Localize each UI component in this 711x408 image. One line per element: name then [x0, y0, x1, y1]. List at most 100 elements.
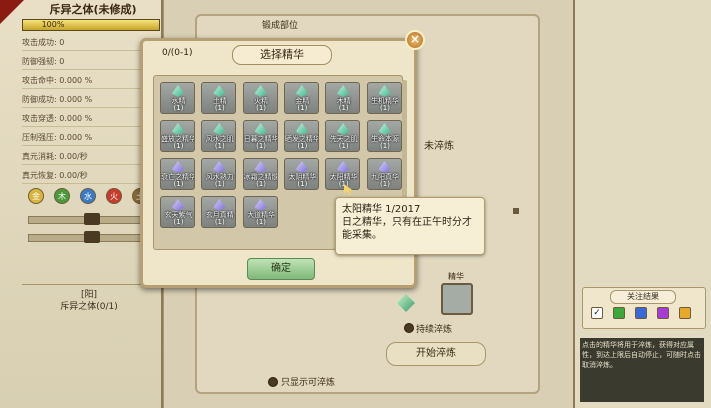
- main-slider-knob[interactable]: [513, 208, 519, 214]
- essence-gem-icon: [378, 85, 391, 97]
- essence-gem-icon: [172, 85, 184, 97]
- essence-item[interactable]: 晒发之精华 (1): [283, 120, 319, 152]
- essence-item-count: (1): [173, 142, 184, 150]
- stat-row: 防御成功: 0.000 %: [22, 93, 156, 108]
- tooltip-desc: 日之精华，只有在正午时分才能采集。: [342, 217, 472, 241]
- essence-item-count: (1): [214, 104, 225, 112]
- essence-item[interactable]: 生机精华 (1): [366, 82, 402, 114]
- essence-item[interactable]: 九阳真华 (1): [366, 158, 402, 190]
- right-note: 点击的精华将用于淬炼，获得对应属性，到达上限后自动停止，可随时点击取消淬炼。: [580, 338, 704, 402]
- essence-item-count: (1): [214, 218, 225, 226]
- dialog-title: 选择精华: [232, 45, 332, 65]
- side-label: 未淬炼: [424, 141, 454, 152]
- essence-item-count: (1): [256, 180, 267, 188]
- essence-slot[interactable]: [441, 283, 473, 315]
- stat-row: 攻击成功: 0: [22, 36, 156, 51]
- essence-item[interactable]: 金精 (1): [283, 82, 319, 114]
- essence-item-count: (1): [297, 104, 308, 112]
- focus-checkbox[interactable]: [679, 307, 691, 319]
- essence-gem-icon: [378, 123, 391, 135]
- close-button[interactable]: ×: [405, 30, 425, 50]
- essence-item-count: (1): [297, 142, 308, 150]
- essence-item-count: (1): [297, 180, 308, 188]
- essence-gem-icon: [213, 123, 226, 135]
- essence-item[interactable]: 水精 (1): [160, 82, 195, 114]
- essence-item[interactable]: 盛放之精华 (1): [160, 120, 195, 152]
- item-tooltip: 太阳精华 1/2017 日之精华，只有在正午时分才能采集。: [335, 197, 485, 255]
- essence-gem-icon: [295, 123, 308, 135]
- essence-item-count: (1): [338, 104, 349, 112]
- focus-checkbox[interactable]: ✓: [591, 307, 603, 319]
- essence-item-count: (1): [338, 180, 349, 188]
- keep-label: 持续淬炼: [416, 325, 453, 335]
- element-water-icon[interactable]: 水: [80, 188, 96, 204]
- essence-item[interactable]: 冰霜之精髓 (1): [242, 158, 278, 190]
- focus-checkbox[interactable]: [657, 307, 669, 319]
- stat-row: 攻击穿透: 0.000 %: [22, 112, 156, 127]
- stat-row: 真元消耗: 0.00/秒: [22, 150, 156, 165]
- filter-radio[interactable]: [268, 377, 278, 387]
- stat-row: 真元恢复: 0.00/秒: [22, 169, 156, 184]
- element-metal-icon[interactable]: 金: [28, 188, 44, 204]
- essence-item-count: (1): [380, 142, 390, 150]
- essence-item-count: (1): [214, 180, 225, 188]
- essence-item[interactable]: 玄月真精 (1): [201, 196, 237, 228]
- focus-title: 关注结果: [610, 290, 676, 304]
- start-button[interactable]: 开始淬炼: [386, 342, 486, 366]
- essence-item[interactable]: 太阴精华 (1): [283, 158, 319, 190]
- bottom-text: 斥异之体(0/1): [60, 302, 118, 312]
- progress-bar: 100%: [22, 19, 160, 31]
- essence-item-count: (1): [380, 104, 390, 112]
- essence-gem-icon: [254, 85, 267, 97]
- essence-item-count: (1): [173, 218, 184, 226]
- essence-gem-icon: [172, 123, 184, 135]
- essence-gem-icon: [378, 161, 391, 173]
- essence-item[interactable]: 风水熟力 (1): [201, 158, 237, 190]
- left-panel: 斥异之体(未修成) 100% 攻击成功: 0 防御强韧: 0 攻击命中: 0.0…: [0, 0, 163, 408]
- slider-handle[interactable]: [84, 231, 100, 243]
- essence-label: 精华: [448, 272, 464, 281]
- essence-gem-icon: [172, 161, 184, 173]
- corner-badge: [0, 0, 24, 24]
- bottom-tag: [阳]: [22, 284, 156, 300]
- essence-gem-icon: [337, 161, 350, 173]
- dialog-counter: 0/(0-1): [162, 48, 193, 58]
- element-wood-icon[interactable]: 木: [54, 188, 70, 204]
- essence-item[interactable]: 日暮之精华 (1): [242, 120, 278, 152]
- essence-item[interactable]: 风水之肌 (1): [201, 120, 237, 152]
- essence-item-count: (1): [173, 104, 184, 112]
- essence-item[interactable]: 火精 (1): [242, 82, 278, 114]
- essence-item[interactable]: 土精 (1): [201, 82, 237, 114]
- essence-item[interactable]: 先天之肌 (1): [325, 120, 361, 152]
- stat-row: 防御强韧: 0: [22, 55, 156, 70]
- tooltip-title: 太阳精华 1/2017: [342, 204, 421, 215]
- stat-row: 攻击命中: 0.000 %: [22, 74, 156, 89]
- focus-checkbox[interactable]: [635, 307, 647, 319]
- essence-item-count: (1): [256, 142, 267, 150]
- essence-item-count: (1): [338, 142, 349, 150]
- essence-item-count: (1): [380, 180, 390, 188]
- stat-row: 压制强压: 0.000 %: [22, 131, 156, 146]
- slider-handle[interactable]: [84, 213, 100, 225]
- essence-item[interactable]: 玄天紫气 (1): [160, 196, 195, 228]
- essence-item[interactable]: 生命本源 (1): [366, 120, 402, 152]
- focus-checkbox[interactable]: [613, 307, 625, 319]
- essence-gem-icon: [295, 161, 308, 173]
- essence-item[interactable]: 衰亡之精华 (1): [160, 158, 195, 190]
- essence-gem-icon: [213, 199, 226, 211]
- essence-item[interactable]: 木精 (1): [325, 82, 361, 114]
- essence-item[interactable]: 太阳精华 (1): [325, 158, 361, 190]
- progress-label: 100%: [41, 20, 65, 29]
- top-label: 锻成部位: [262, 21, 299, 31]
- essence-gem-icon: [337, 85, 350, 97]
- element-fire-icon[interactable]: 火: [106, 188, 122, 204]
- confirm-button[interactable]: 确定: [247, 258, 315, 280]
- essence-gem-icon: [295, 85, 308, 97]
- left-title: 斥异之体(未修成): [49, 3, 137, 16]
- essence-gem-icon: [254, 199, 267, 211]
- essence-gem-icon: [254, 161, 267, 173]
- keep-radio[interactable]: [404, 323, 414, 333]
- essence-gem-icon: [172, 199, 184, 211]
- essence-item[interactable]: 大道精华 (1): [242, 196, 278, 228]
- essence-item-count: (1): [173, 180, 184, 188]
